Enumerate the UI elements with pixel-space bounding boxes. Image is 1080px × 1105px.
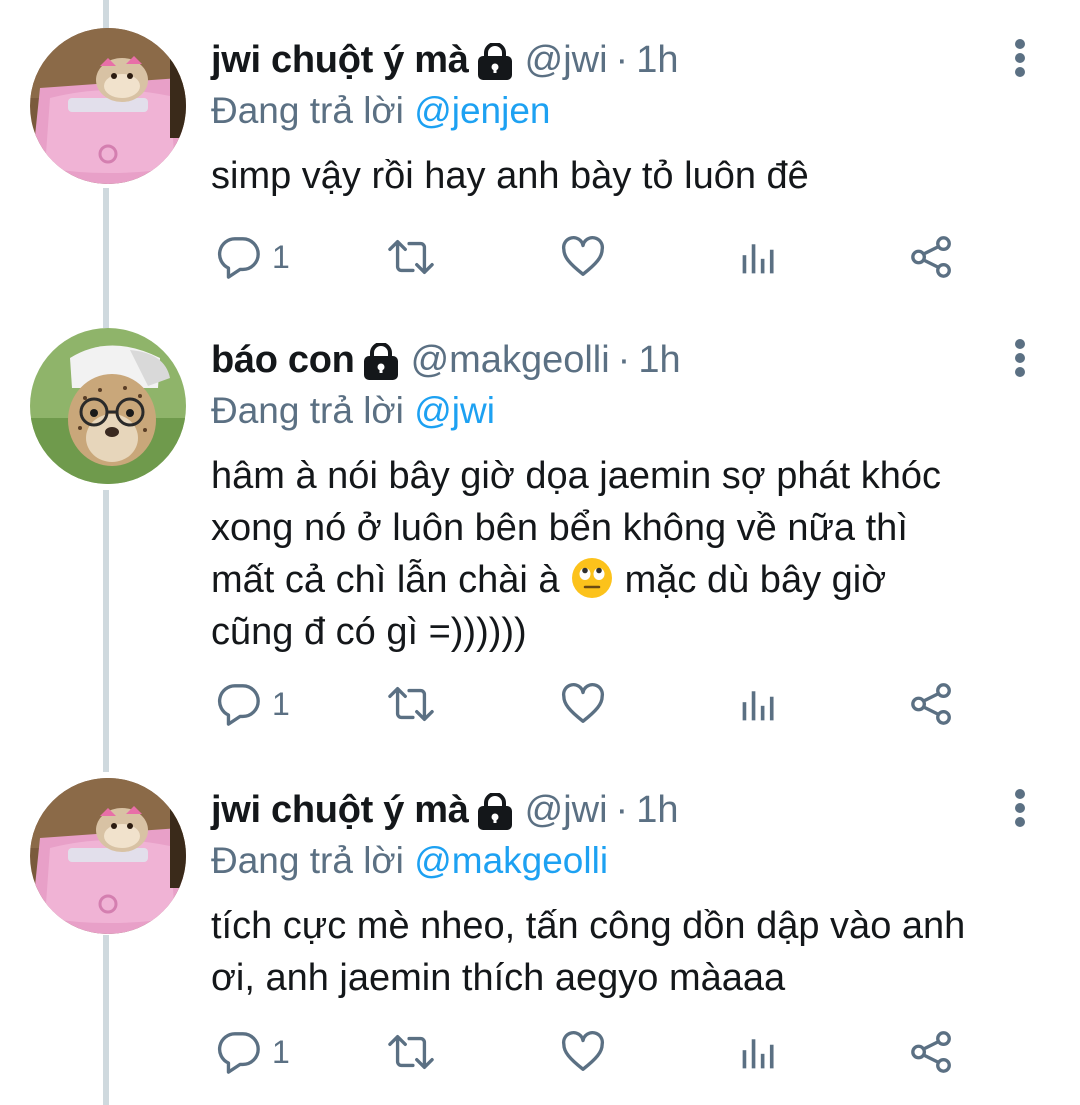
share-button[interactable] bbox=[909, 680, 955, 728]
retweet-button[interactable] bbox=[385, 233, 437, 281]
tweet[interactable]: báo con @makgeolli · 1h Đang trả lời @jw… bbox=[0, 300, 1080, 750]
more-options-button[interactable] bbox=[1008, 38, 1032, 78]
reply-count: 1 bbox=[272, 238, 290, 275]
tweet-text: simp vậy rồi hay anh bày tỏ luôn đê bbox=[211, 155, 809, 197]
reply-button[interactable]: 1 bbox=[216, 1028, 290, 1076]
replying-to: Đang trả lời @makgeolli bbox=[211, 836, 1050, 886]
avatar[interactable] bbox=[30, 28, 186, 184]
retweet-icon bbox=[388, 686, 434, 722]
avatar[interactable] bbox=[30, 778, 186, 934]
analytics-icon bbox=[742, 244, 774, 274]
tweet[interactable]: jwi chuột ý mà @jwi · 1h Đang trả lời @m… bbox=[0, 750, 1080, 1105]
lock-icon bbox=[477, 42, 513, 81]
more-options-button[interactable] bbox=[1008, 788, 1032, 828]
share-button[interactable] bbox=[909, 1028, 955, 1076]
retweet-icon bbox=[388, 239, 434, 275]
lock-icon bbox=[477, 792, 513, 831]
reply-count: 1 bbox=[272, 1033, 290, 1070]
tweet-body: jwi chuột ý mà @jwi · 1h Đang trả lời @m… bbox=[211, 784, 1050, 1004]
tweet-actions: 1 bbox=[211, 1028, 971, 1076]
timestamp[interactable]: 1h bbox=[638, 339, 680, 382]
analytics-button[interactable] bbox=[739, 233, 779, 281]
replying-to: Đang trả lời @jwi bbox=[211, 386, 1050, 436]
reply-icon bbox=[217, 1032, 260, 1074]
tweet-actions: 1 bbox=[211, 233, 971, 281]
tweet-actions: 1 bbox=[211, 680, 971, 728]
display-name[interactable]: báo con bbox=[211, 339, 355, 382]
separator-dot: · bbox=[615, 38, 629, 81]
hamster-avatar-image bbox=[30, 778, 186, 934]
retweet-icon bbox=[388, 1034, 434, 1070]
mention-link[interactable]: @makgeolli bbox=[414, 840, 608, 881]
share-icon bbox=[911, 1031, 951, 1073]
tweet-body: báo con @makgeolli · 1h Đang trả lời @jw… bbox=[211, 334, 1050, 658]
more-vertical-icon bbox=[1015, 339, 1025, 377]
more-vertical-icon bbox=[1015, 789, 1025, 827]
more-vertical-icon bbox=[1015, 39, 1025, 77]
separator-dot: · bbox=[617, 338, 631, 381]
more-options-button[interactable] bbox=[1008, 338, 1032, 378]
share-icon bbox=[911, 683, 951, 725]
tweet-body: jwi chuột ý mà @jwi · 1h Đang trả lời @j… bbox=[211, 34, 1050, 202]
hamster-avatar-image bbox=[30, 28, 186, 184]
like-button[interactable] bbox=[559, 1028, 607, 1076]
tweet-header: jwi chuột ý mà @jwi · 1h bbox=[211, 784, 1050, 836]
retweet-button[interactable] bbox=[385, 680, 437, 728]
replying-to-label: Đang trả lời bbox=[211, 90, 404, 131]
display-name[interactable]: jwi chuột ý mà bbox=[211, 39, 469, 82]
analytics-icon bbox=[742, 1039, 774, 1069]
tweet-text: tích cực mè nheo, tấn công dồn dập vào a… bbox=[211, 905, 966, 999]
user-handle[interactable]: @makgeolli bbox=[411, 339, 610, 382]
user-handle[interactable]: @jwi bbox=[525, 39, 608, 82]
analytics-button[interactable] bbox=[739, 680, 779, 728]
tweet[interactable]: jwi chuột ý mà @jwi · 1h Đang trả lời @j… bbox=[0, 0, 1080, 300]
replying-to-label: Đang trả lời bbox=[211, 390, 404, 431]
timestamp[interactable]: 1h bbox=[636, 39, 678, 82]
like-button[interactable] bbox=[559, 233, 607, 281]
share-button[interactable] bbox=[909, 233, 955, 281]
mention-link[interactable]: @jenjen bbox=[414, 90, 550, 131]
avatar[interactable] bbox=[30, 328, 186, 484]
analytics-button[interactable] bbox=[739, 1028, 779, 1076]
like-button[interactable] bbox=[559, 680, 607, 728]
heart-icon bbox=[561, 1030, 605, 1071]
lock-icon bbox=[363, 342, 399, 381]
rolling-eyes-emoji-icon bbox=[570, 556, 614, 600]
share-icon bbox=[911, 236, 951, 278]
tweet-header: báo con @makgeolli · 1h bbox=[211, 334, 1050, 386]
tweet-header: jwi chuột ý mà @jwi · 1h bbox=[211, 34, 1050, 86]
reply-icon bbox=[217, 237, 260, 279]
analytics-icon bbox=[742, 691, 774, 721]
timestamp[interactable]: 1h bbox=[636, 789, 678, 832]
mention-link[interactable]: @jwi bbox=[414, 390, 495, 431]
display-name[interactable]: jwi chuột ý mà bbox=[211, 789, 469, 832]
user-handle[interactable]: @jwi bbox=[525, 789, 608, 832]
replying-to-label: Đang trả lời bbox=[211, 840, 404, 881]
heart-icon bbox=[561, 682, 605, 723]
reply-button[interactable]: 1 bbox=[216, 233, 290, 281]
heart-icon bbox=[561, 235, 605, 276]
cheetah-avatar-image bbox=[30, 328, 186, 484]
separator-dot: · bbox=[615, 788, 629, 831]
tweet-text: hâm à nói bây giờ dọa jaemin sợ phát khó… bbox=[211, 450, 1050, 658]
reply-icon bbox=[217, 684, 260, 726]
retweet-button[interactable] bbox=[385, 1028, 437, 1076]
replying-to: Đang trả lời @jenjen bbox=[211, 86, 1050, 136]
reply-button[interactable]: 1 bbox=[216, 680, 290, 728]
reply-count: 1 bbox=[272, 685, 290, 722]
